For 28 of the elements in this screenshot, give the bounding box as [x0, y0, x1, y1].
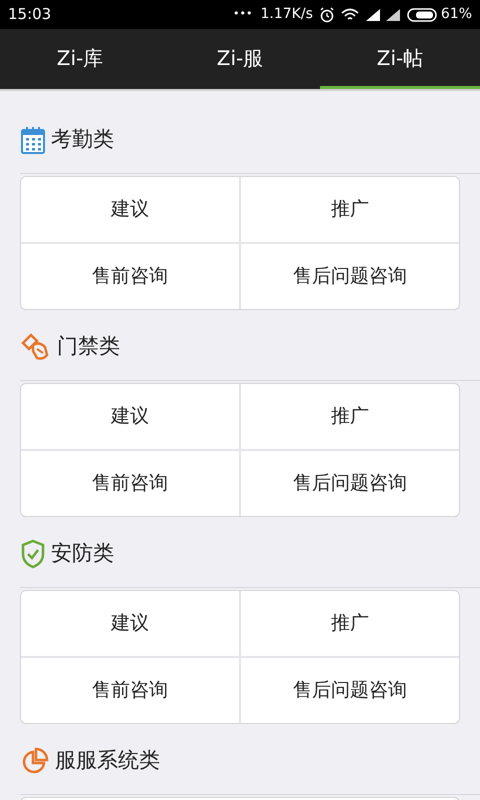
option-button[interactable]: 售前咨询	[21, 451, 239, 516]
battery-level: 61%	[440, 5, 472, 24]
section-title: 安防类	[51, 540, 114, 568]
calendar-icon	[21, 126, 45, 154]
battery-icon	[406, 8, 439, 22]
shield-check-icon	[21, 539, 45, 569]
option-button[interactable]: 建议	[21, 591, 239, 656]
signal-icon	[364, 8, 381, 20]
option-button[interactable]: 售后问题咨询	[241, 658, 459, 723]
section-title: 服服系统类	[55, 747, 160, 774]
section-title: 门禁类	[57, 333, 120, 360]
option-button[interactable]: 售前咨询	[21, 244, 239, 309]
status-time: 15:03	[8, 4, 52, 26]
signal-icon	[384, 8, 401, 20]
alarm-icon	[318, 6, 335, 22]
option-button[interactable]: 推广	[241, 384, 459, 449]
section-title: 考勤类	[51, 126, 114, 154]
option-button[interactable]: 售后问题咨询	[241, 451, 459, 516]
option-button[interactable]: 售前咨询	[21, 658, 239, 723]
option-button[interactable]: 推广	[241, 591, 459, 656]
option-button[interactable]: 售后问题咨询	[241, 244, 459, 309]
option-button[interactable]: 推广	[241, 177, 459, 242]
wifi-icon	[340, 8, 359, 22]
pie-chart-icon	[21, 747, 49, 775]
option-button[interactable]: 建议	[21, 177, 239, 242]
network-speed: 1.17K/s	[260, 5, 313, 24]
status-dots: •••	[233, 6, 252, 22]
option-button[interactable]: 建议	[21, 384, 239, 449]
